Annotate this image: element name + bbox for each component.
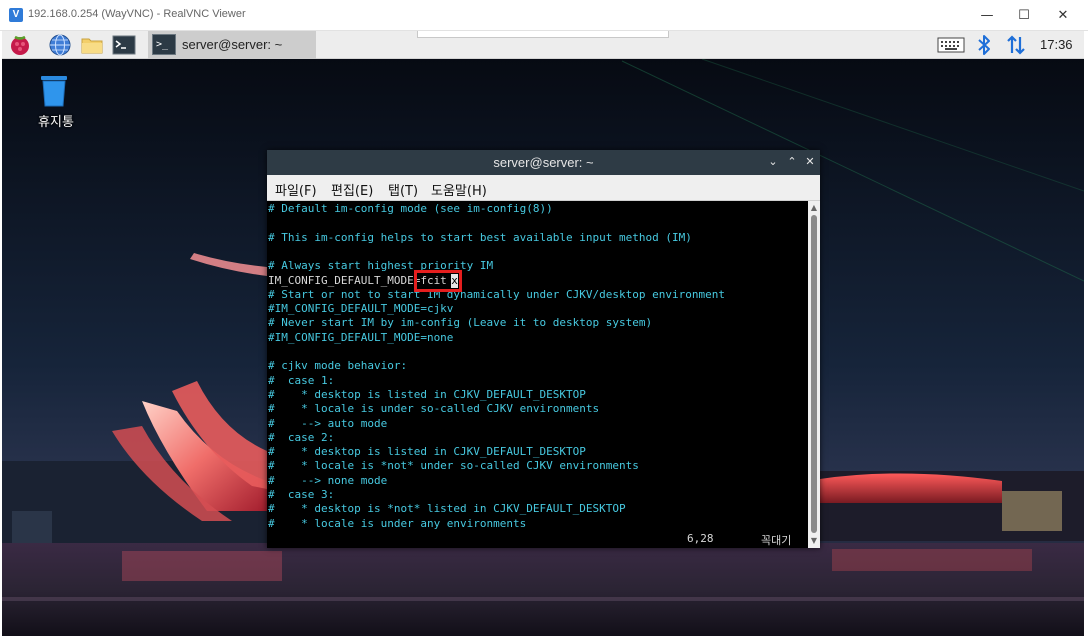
terminal-line: # case 3: — [268, 488, 335, 501]
file-manager-icon[interactable] — [80, 33, 104, 57]
vnc-titlebar: V 192.168.0.254 (WayVNC) - RealVNC Viewe… — [0, 0, 1088, 31]
terminal-minimize-button[interactable]: ⌄ — [765, 153, 781, 171]
trash-icon[interactable] — [36, 72, 72, 108]
taskbar-spacer — [417, 31, 669, 38]
terminal-window[interactable]: server@server: ~ ⌄ ⌃ ✕ 파일(F) 편집(E) 탭(T) … — [267, 150, 820, 548]
terminal-line: # case 1: — [268, 373, 335, 387]
terminal-line: # This im-config helps to start best ava… — [268, 230, 692, 244]
network-icon[interactable] — [1004, 33, 1028, 57]
taskbar: >_ server@server: ~ 17:36 — [2, 31, 1084, 59]
vnc-close-button[interactable]: ✕ — [1046, 5, 1080, 27]
terminal-maximize-button[interactable]: ⌃ — [784, 153, 800, 171]
taskbar-window-label: server@server: ~ — [182, 37, 283, 52]
terminal-scrollbar[interactable]: ▲ ▼ — [808, 201, 820, 548]
terminal-line: # Start or not to start IM dynamically u… — [268, 287, 725, 301]
terminal-title: server@server: ~ — [493, 155, 594, 170]
terminal-scrollbar-thumb[interactable] — [811, 215, 817, 533]
terminal-menubar: 파일(F) 편집(E) 탭(T) 도움말(H) — [267, 175, 820, 201]
terminal-line: # --> none mode — [268, 473, 388, 487]
web-browser-icon[interactable] — [48, 33, 72, 57]
terminal-line: #IM_CONFIG_DEFAULT_MODE=cjkv — [268, 302, 454, 316]
vnc-minimize-button[interactable]: — — [970, 5, 1004, 27]
cursor-position-status: 6,28 — [687, 532, 714, 545]
terminal-line: # Default im-config mode (see im-config(… — [268, 202, 553, 215]
terminal-line: # * locale is under any environments — [268, 516, 527, 530]
scroll-up-icon[interactable]: ▲ — [810, 204, 818, 212]
terminal-line: # Never start IM by im-config (Leave it … — [268, 316, 653, 330]
terminal-text-area[interactable]: # Default im-config mode (see im-config(… — [267, 201, 808, 548]
realvnc-app-icon: V — [9, 8, 23, 22]
vnc-maximize-button[interactable]: ☐ — [1007, 5, 1041, 27]
scroll-down-icon[interactable]: ▼ — [810, 537, 818, 545]
menu-tabs[interactable]: 탭(T) — [388, 180, 418, 199]
scroll-position-status: 꼭대기 — [761, 534, 792, 547]
menu-edit[interactable]: 편집(E) — [331, 180, 373, 199]
menu-help[interactable]: 도움말(H) — [431, 180, 487, 199]
terminal-line: # --> auto mode — [268, 416, 388, 430]
terminal-line: #IM_CONFIG_DEFAULT_MODE=none — [268, 330, 454, 344]
keyboard-icon[interactable] — [937, 33, 965, 57]
trash-label[interactable]: 휴지통 — [28, 111, 84, 130]
vnc-window-title: 192.168.0.254 (WayVNC) - RealVNC Viewer — [28, 8, 246, 20]
bluetooth-icon[interactable] — [972, 33, 996, 57]
terminal-line: # * desktop is listed in CJKV_DEFAULT_DE… — [268, 445, 586, 459]
taskbar-clock[interactable]: 17:36 — [1040, 37, 1073, 52]
terminal-line: # * desktop is *not* listed in CJKV_DEFA… — [268, 502, 626, 516]
taskbar-window-button[interactable]: >_ server@server: ~ — [148, 31, 316, 59]
terminal-window-icon: >_ — [152, 34, 176, 55]
terminal-line: # * locale is under so-called CJKV envir… — [268, 402, 600, 416]
terminal-line: # * desktop is listed in CJKV_DEFAULT_DE… — [268, 387, 586, 401]
terminal-line: # case 2: — [268, 430, 335, 444]
menu-file[interactable]: 파일(F) — [275, 180, 317, 199]
remote-desktop[interactable]: >_ server@server: ~ 17:36 휴지통 server@ser… — [2, 31, 1084, 636]
terminal-close-button[interactable]: ✕ — [802, 153, 818, 171]
terminal-line: # cjkv mode behavior: — [268, 359, 408, 373]
highlight-annotation-box — [414, 269, 462, 292]
terminal-icon[interactable] — [112, 33, 136, 57]
terminal-titlebar[interactable]: server@server: ~ ⌄ ⌃ ✕ — [267, 150, 820, 175]
terminal-line: # * locale is *not* under so-called CJKV… — [268, 459, 639, 473]
raspberry-menu-icon[interactable] — [8, 33, 32, 57]
